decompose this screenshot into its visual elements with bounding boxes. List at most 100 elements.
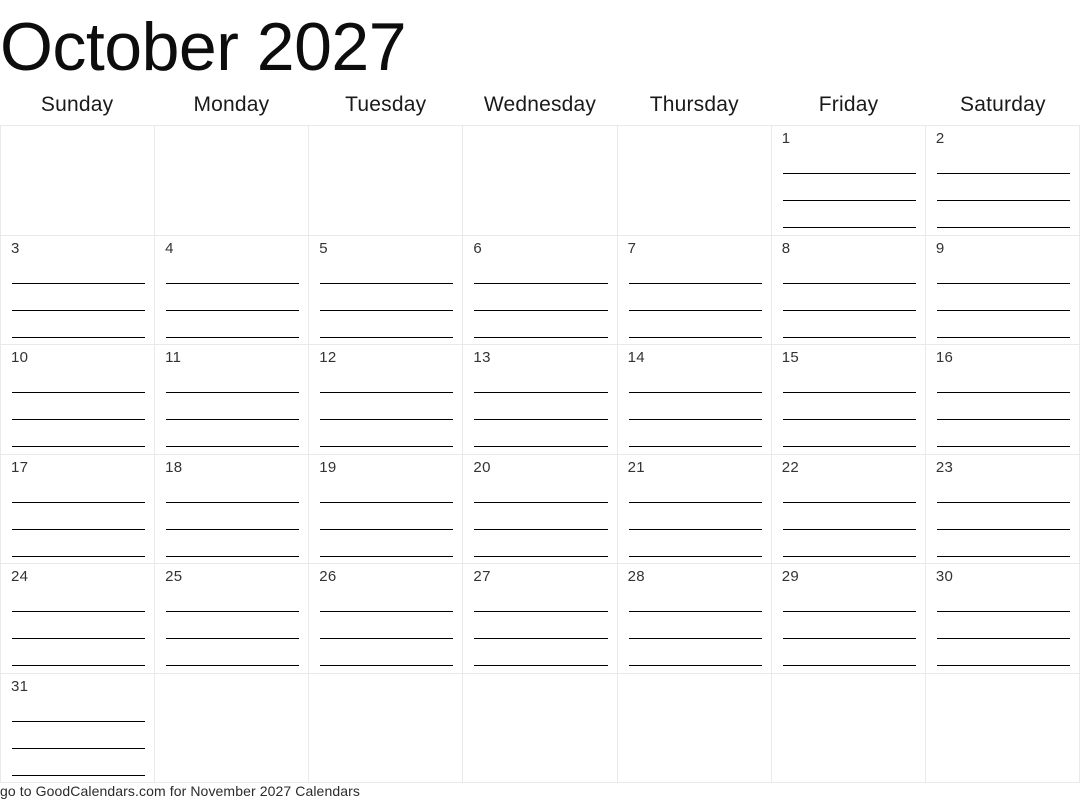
day-cell[interactable] [925,673,1080,783]
day-cell[interactable]: 9 [925,235,1080,345]
note-line[interactable] [783,447,916,454]
note-line[interactable] [12,503,146,530]
day-cell[interactable]: 20 [463,454,618,564]
note-line[interactable] [12,447,145,454]
note-line[interactable] [782,284,916,311]
note-line[interactable] [166,338,299,345]
day-cell[interactable] [309,673,464,783]
note-line[interactable] [782,612,916,639]
note-line[interactable] [937,447,1070,454]
note-line[interactable] [936,368,1070,393]
note-line[interactable] [166,259,300,284]
note-line[interactable] [628,368,762,393]
note-line[interactable] [12,749,146,776]
note-line[interactable] [474,368,608,393]
note-line[interactable] [12,393,146,420]
note-line[interactable] [12,478,146,503]
note-line[interactable] [166,311,300,338]
day-cell[interactable]: 10 [1,345,156,455]
note-line[interactable] [474,338,607,345]
note-line[interactable] [628,530,762,557]
note-line[interactable] [166,557,299,564]
note-line[interactable] [782,639,916,666]
note-line[interactable] [783,557,916,564]
note-line[interactable] [936,393,1070,420]
note-line[interactable] [12,697,146,722]
note-line[interactable] [936,174,1070,201]
note-line[interactable] [320,639,454,666]
day-cell[interactable]: 22 [771,454,926,564]
note-line[interactable] [783,228,916,235]
note-line[interactable] [782,393,916,420]
day-cell[interactable]: 29 [771,564,926,674]
note-line[interactable] [320,311,454,338]
note-line[interactable] [166,612,300,639]
day-cell[interactable]: 31 [1,673,156,783]
day-cell[interactable] [309,126,464,236]
note-line[interactable] [936,420,1070,447]
day-cell[interactable]: 6 [463,235,618,345]
note-line[interactable] [474,587,608,612]
note-line[interactable] [936,311,1070,338]
note-line[interactable] [474,530,608,557]
day-cell[interactable]: 18 [155,454,310,564]
note-line[interactable] [629,447,762,454]
note-line[interactable] [936,612,1070,639]
note-line[interactable] [474,420,608,447]
note-line[interactable] [782,368,916,393]
note-line[interactable] [320,587,454,612]
day-cell[interactable] [155,673,310,783]
note-line[interactable] [936,478,1070,503]
day-cell[interactable]: 17 [1,454,156,564]
note-line[interactable] [782,478,916,503]
note-line[interactable] [12,776,145,783]
note-line[interactable] [782,503,916,530]
day-cell[interactable]: 27 [463,564,618,674]
note-line[interactable] [629,666,762,673]
note-line[interactable] [12,284,146,311]
note-line[interactable] [937,557,1070,564]
note-line[interactable] [936,149,1070,174]
note-line[interactable] [628,259,762,284]
day-cell[interactable]: 5 [309,235,464,345]
note-line[interactable] [936,587,1070,612]
note-line[interactable] [474,612,608,639]
day-cell[interactable]: 4 [155,235,310,345]
note-line[interactable] [937,228,1070,235]
note-line[interactable] [12,557,145,564]
note-line[interactable] [12,311,146,338]
note-line[interactable] [474,666,607,673]
day-cell[interactable] [1,126,156,236]
note-line[interactable] [166,368,300,393]
note-line[interactable] [320,393,454,420]
note-line[interactable] [12,666,145,673]
note-line[interactable] [628,284,762,311]
note-line[interactable] [166,530,300,557]
day-cell[interactable]: 11 [155,345,310,455]
note-line[interactable] [474,393,608,420]
note-line[interactable] [474,478,608,503]
note-line[interactable] [782,311,916,338]
note-line[interactable] [936,201,1070,228]
note-line[interactable] [166,447,299,454]
day-cell[interactable]: 30 [925,564,1080,674]
note-line[interactable] [320,557,453,564]
note-line[interactable] [474,284,608,311]
note-line[interactable] [12,587,146,612]
note-line[interactable] [320,612,454,639]
note-line[interactable] [936,639,1070,666]
note-line[interactable] [166,639,300,666]
note-line[interactable] [629,338,762,345]
note-line[interactable] [782,174,916,201]
note-line[interactable] [936,284,1070,311]
day-cell[interactable] [771,673,926,783]
note-line[interactable] [12,420,146,447]
note-line[interactable] [782,149,916,174]
note-line[interactable] [628,639,762,666]
note-line[interactable] [936,530,1070,557]
note-line[interactable] [12,722,146,749]
note-line[interactable] [628,612,762,639]
note-line[interactable] [166,503,300,530]
note-line[interactable] [12,612,146,639]
note-line[interactable] [474,503,608,530]
